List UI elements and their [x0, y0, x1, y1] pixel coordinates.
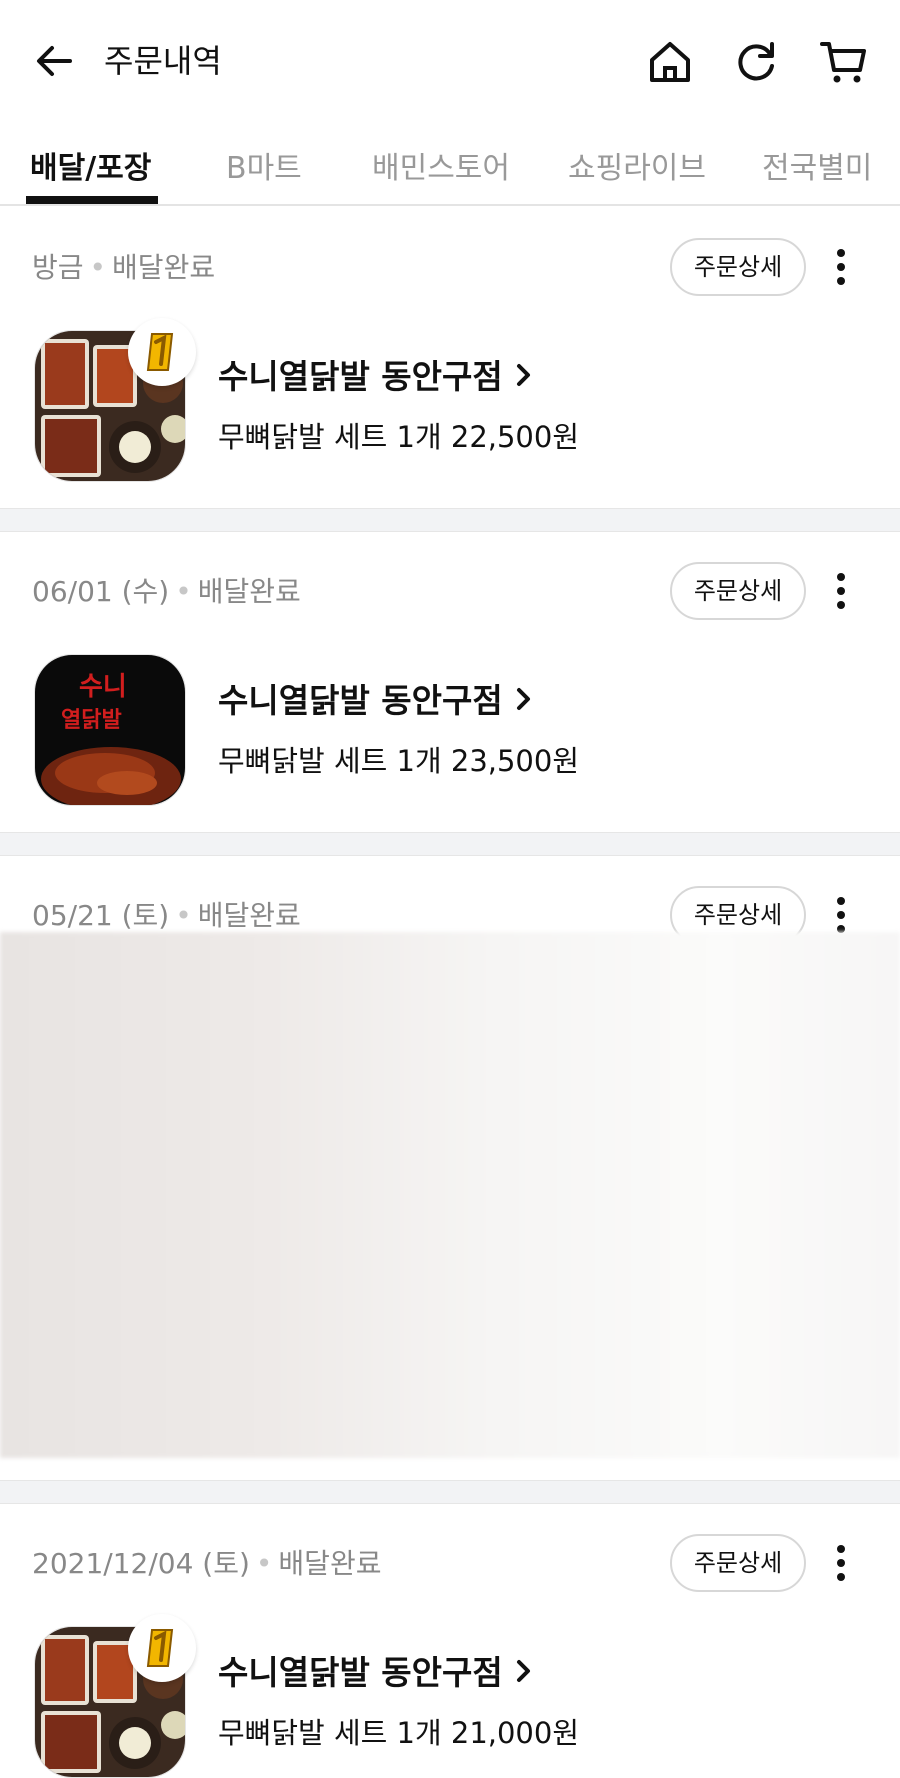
- chevron-right-icon: [513, 1650, 535, 1700]
- active-tab-indicator: [26, 196, 158, 204]
- app-header: 주문내역: [0, 0, 900, 120]
- order-status: 배달완료: [197, 899, 301, 932]
- category-tabs: 배달/포장 B마트 배민스토어 쇼핑라이브 전국별미: [0, 120, 900, 206]
- order-status: 배달완료: [278, 1547, 382, 1580]
- order-detail-button[interactable]: 주문상세: [670, 1534, 806, 1592]
- section-divider: [0, 1480, 900, 1504]
- order-meta: 방금 • 배달완료: [32, 251, 216, 284]
- store-name: 수니열닭발 동안구점: [218, 357, 503, 396]
- order-detail-button[interactable]: 주문상세: [670, 562, 806, 620]
- more-options-icon[interactable]: [826, 1540, 856, 1586]
- gold-medal-badge: [128, 1614, 196, 1682]
- more-options-icon[interactable]: [826, 244, 856, 290]
- tab-delivery-pickup[interactable]: 배달/포장: [30, 144, 151, 194]
- gold-medal-badge: [128, 318, 196, 386]
- order-detail-button[interactable]: 주문상세: [670, 238, 806, 296]
- order-card: 06/01 (수) • 배달완료 주문상세 수니 열닭발 수니열닭발 동안구점 무뼈…: [0, 532, 900, 832]
- cart-icon[interactable]: [818, 36, 870, 88]
- section-divider: [0, 508, 900, 532]
- tab-baemin-store[interactable]: 배민스토어: [372, 144, 510, 194]
- order-summary: 무뼈닭발 세트 1개 23,500원: [218, 744, 580, 778]
- store-name-link[interactable]: 수니열닭발 동안구점: [218, 352, 535, 402]
- store-name-link[interactable]: 수니열닭발 동안구점: [218, 676, 535, 726]
- refresh-icon[interactable]: [730, 36, 782, 88]
- blurred-region: [0, 932, 900, 1458]
- chevron-right-icon: [513, 354, 535, 404]
- logo-text-line2: 열닭발: [61, 707, 122, 733]
- order-date: 05/21 (토): [32, 899, 170, 932]
- more-options-icon[interactable]: [826, 568, 856, 614]
- order-card: 2021/12/04 (토) • 배달완료 주문상세 수니열닭발 동안구점 무뼈닭발…: [0, 1504, 900, 1778]
- section-divider: [0, 832, 900, 856]
- order-date: 2021/12/04 (토): [32, 1547, 250, 1580]
- tab-shopping-live[interactable]: 쇼핑라이브: [568, 144, 706, 194]
- logo-text-line1: 수니: [79, 672, 127, 702]
- home-icon[interactable]: [644, 36, 696, 88]
- order-meta: 05/21 (토) • 배달완료: [32, 899, 301, 932]
- store-name-link[interactable]: 수니열닭발 동안구점: [218, 1648, 535, 1698]
- store-logo-thumbnail[interactable]: 수니 열닭발: [34, 654, 186, 806]
- store-name: 수니열닭발 동안구점: [218, 681, 503, 720]
- order-status: 배달완료: [197, 575, 301, 608]
- order-date: 방금: [32, 251, 84, 284]
- tab-bmart[interactable]: B마트: [226, 144, 302, 194]
- order-card: 방금 • 배달완료 주문상세 수니열닭발 동안구점 무뼈닭발 세트 1개 22,50…: [0, 208, 900, 508]
- tab-local-specialty[interactable]: 전국별미: [762, 144, 872, 194]
- order-meta: 06/01 (수) • 배달완료: [32, 575, 301, 608]
- store-name: 수니열닭발 동안구점: [218, 1653, 503, 1692]
- chevron-right-icon: [513, 678, 535, 728]
- order-status: 배달완료: [112, 251, 216, 284]
- back-arrow-icon[interactable]: [30, 36, 80, 86]
- order-meta: 2021/12/04 (토) • 배달완료: [32, 1547, 382, 1580]
- order-summary: 무뼈닭발 세트 1개 22,500원: [218, 420, 580, 454]
- order-summary: 무뼈닭발 세트 1개 21,000원: [218, 1716, 580, 1750]
- order-date: 06/01 (수): [32, 575, 170, 608]
- page-title: 주문내역: [104, 42, 222, 80]
